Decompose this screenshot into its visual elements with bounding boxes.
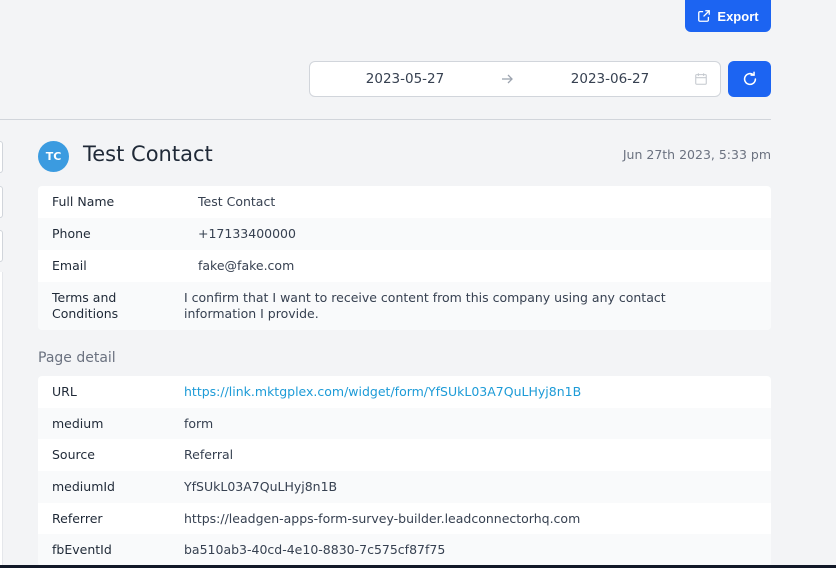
table-row: Phone +17133400000 — [38, 218, 771, 250]
sidebar-item[interactable] — [0, 230, 3, 262]
table-row: URL https://link.mktgplex.com/widget/for… — [38, 376, 771, 408]
arrow-right-icon — [502, 74, 513, 84]
table-row: medium form — [38, 408, 771, 439]
table-row: Full Name Test Contact — [38, 186, 771, 218]
field-label: Full Name — [52, 194, 115, 209]
avatar: TC — [38, 141, 69, 172]
field-value: I confirm that I want to receive content… — [184, 290, 666, 321]
sidebar-item[interactable] — [0, 141, 3, 173]
field-label: medium — [52, 415, 104, 431]
sidebar-item[interactable] — [0, 186, 3, 218]
refresh-button[interactable] — [728, 61, 771, 97]
table-row: Referrer https://leadgen-apps-form-surve… — [38, 503, 771, 534]
field-label: mediumId — [52, 479, 115, 494]
export-label: Export — [717, 8, 759, 24]
field-value: Referral — [184, 447, 234, 462]
submission-date: Jun 27th 2023, 5:33 pm — [622, 147, 771, 162]
url-link[interactable]: https://link.mktgplex.com/widget/form/Yf… — [184, 384, 581, 400]
field-value: form — [184, 415, 214, 431]
date-end[interactable]: 2023-06-27 — [515, 71, 705, 87]
field-label: URL — [52, 384, 77, 399]
contact-details-table: Full Name Test Contact Phone +1713340000… — [38, 186, 771, 330]
date-range-picker[interactable]: 2023-05-27 2023-06-27 — [309, 61, 721, 97]
field-label: Phone — [52, 226, 91, 241]
table-row: Terms and Conditions I confirm that I wa… — [38, 282, 771, 330]
field-label: Terms and Conditions — [52, 290, 119, 321]
table-row: fbEventId ba510ab3-40cd-4e10-8830-7c575c… — [38, 534, 771, 566]
contact-name: Test Contact — [83, 142, 213, 166]
field-value: ba510ab3-40cd-4e10-8830-7c575cf87f75 — [184, 542, 446, 557]
date-start[interactable]: 2023-05-27 — [310, 71, 500, 87]
field-label: Source — [52, 447, 95, 462]
field-label: Referrer — [52, 510, 103, 526]
export-button[interactable]: Export — [685, 0, 771, 32]
field-label: fbEventId — [52, 542, 112, 557]
field-value: https://leadgen-apps-form-survey-builder… — [184, 510, 581, 526]
field-value: YfSUkL03A7QuLHyj8n1B — [184, 479, 338, 494]
table-row: mediumId YfSUkL03A7QuLHyj8n1B — [38, 471, 771, 503]
field-value: fake@fake.com — [198, 258, 295, 273]
field-value: Test Contact — [198, 194, 276, 209]
export-icon — [698, 10, 711, 22]
header-divider — [0, 119, 771, 120]
field-value: +17133400000 — [198, 226, 296, 241]
sidebar-list — [0, 272, 3, 568]
field-label: Email — [52, 258, 87, 273]
refresh-icon — [743, 71, 756, 86]
page-detail-table: URL https://link.mktgplex.com/widget/for… — [38, 376, 771, 566]
table-row: Email fake@fake.com — [38, 250, 771, 282]
calendar-icon — [695, 73, 707, 85]
page-detail-title: Page detail — [38, 350, 116, 366]
table-row: Source Referral — [38, 439, 771, 471]
